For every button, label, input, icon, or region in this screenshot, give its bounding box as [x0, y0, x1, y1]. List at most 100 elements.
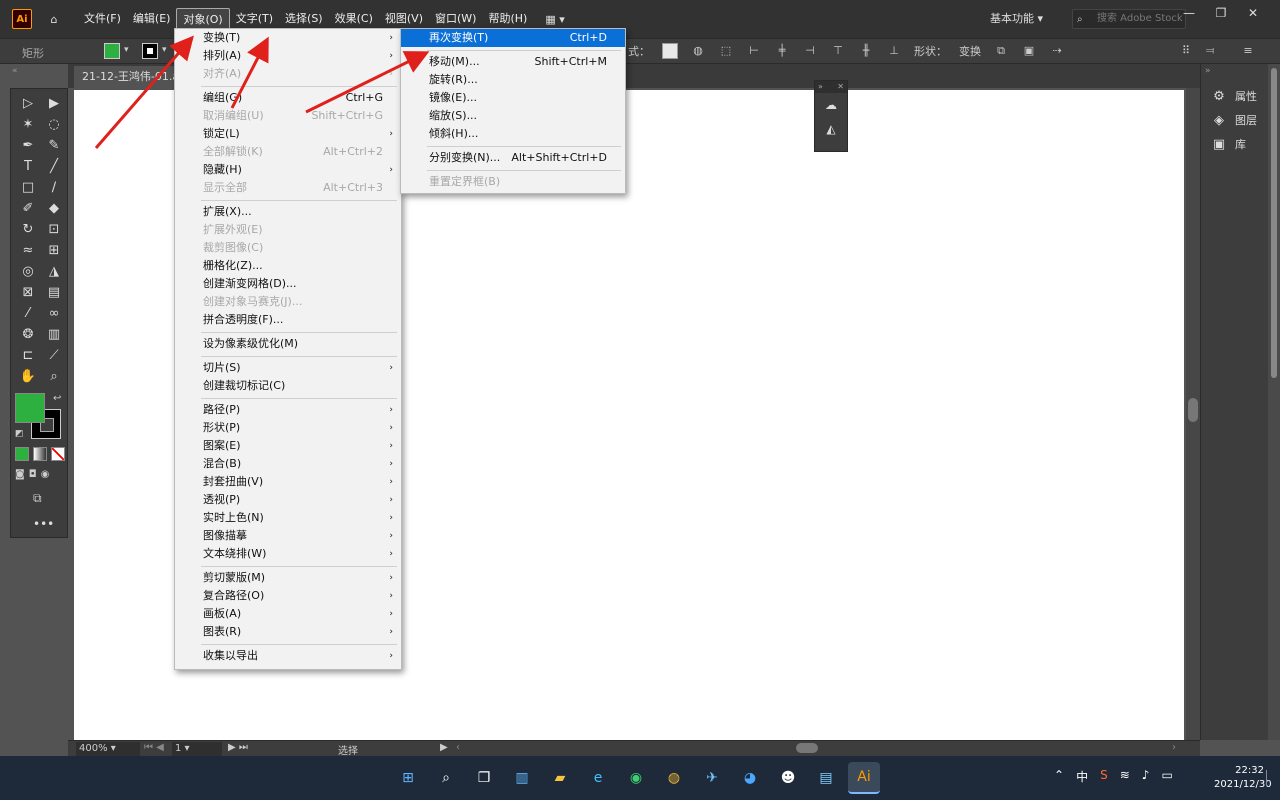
paintbrush-tool-icon[interactable]: ∕	[41, 177, 67, 198]
tray-overflow-icon[interactable]: ⌃	[1054, 768, 1064, 785]
type-tool-icon[interactable]: T	[15, 156, 41, 177]
color-mode-icon[interactable]	[15, 447, 29, 461]
eyedropper-tool-icon[interactable]: ⁄	[15, 303, 41, 324]
menu-item[interactable]: 复合路径(O) ›	[175, 587, 401, 605]
curvature-tool-icon[interactable]: ✎	[41, 135, 67, 156]
screen-mode-icon[interactable]: ⧉	[33, 491, 42, 506]
chevron-down-icon[interactable]: ▾	[124, 45, 129, 55]
menu-item[interactable]: 移动(M)... Shift+Ctrl+M	[401, 53, 625, 71]
next-artboard-icon[interactable]: ▶ ⏭	[228, 742, 248, 753]
menu-item[interactable]: 倾斜(H)...	[401, 125, 625, 143]
edit-toolbar-icon[interactable]: •••	[33, 517, 54, 531]
menu-item[interactable]: 镜像(E)...	[401, 89, 625, 107]
blend-tool-icon[interactable]: ∞	[41, 303, 67, 324]
menu-item[interactable]: 隐藏(H) ›	[175, 161, 401, 179]
symbol-sprayer-tool-icon[interactable]: ❂	[15, 324, 41, 345]
show-desktop-button[interactable]	[1266, 770, 1274, 786]
scroll-thumb[interactable]	[1271, 68, 1277, 378]
search-icon[interactable]: ⌕	[430, 762, 462, 794]
rectangle-tool-icon[interactable]: □	[15, 177, 41, 198]
restore-icon[interactable]: ❐	[1212, 6, 1230, 20]
start-icon[interactable]: ⊞	[392, 762, 424, 794]
zoom-select[interactable]: 400% ▾	[76, 742, 140, 756]
menu-help[interactable]: 帮助(H)	[482, 8, 533, 30]
mask-icon[interactable]: ▣	[1021, 43, 1037, 59]
recolor-icon[interactable]: ◍	[690, 43, 706, 59]
magic-wand-tool-icon[interactable]: ✶	[15, 114, 41, 135]
wechat-work-icon[interactable]: ◉	[620, 762, 652, 794]
gradient-tool-icon[interactable]: ▤	[41, 282, 67, 303]
swap-fill-stroke-icon[interactable]: ↩	[53, 393, 61, 404]
draw-normal-icon[interactable]: ◙	[15, 469, 25, 480]
column-graph-tool-icon[interactable]: ▥	[41, 324, 67, 345]
menu-item[interactable]: 再次变换(T) Ctrl+D	[401, 29, 625, 47]
task-view-icon[interactable]: ❐	[468, 762, 500, 794]
menu-item[interactable]: 文本绕排(W) ›	[175, 545, 401, 563]
qq-icon[interactable]: ☻	[772, 762, 804, 794]
menu-item[interactable]: 变换(T) ›	[175, 29, 401, 47]
chevron-down-icon[interactable]: ▾	[162, 45, 167, 55]
align-left-icon[interactable]: ⊢	[746, 43, 762, 59]
slice-tool-icon[interactable]: ⟋	[41, 345, 67, 366]
artboard-align-icon[interactable]: ⬚	[718, 43, 734, 59]
menu-item[interactable]: 扩展(X)...	[175, 203, 401, 221]
menu-select[interactable]: 选择(S)	[279, 8, 329, 30]
none-mode-icon[interactable]	[51, 447, 65, 461]
collapse-toolbar-icon[interactable]: «	[12, 66, 18, 76]
menu-item[interactable]: 图像描摹 ›	[175, 527, 401, 545]
puppet-icon[interactable]: ⇢	[1049, 43, 1065, 59]
menu-item[interactable]: 设为像素级优化(M)	[175, 335, 401, 353]
sogou-icon[interactable]: S	[1100, 768, 1108, 785]
draw-behind-icon[interactable]: ◘	[29, 469, 37, 480]
menu-item[interactable]: 缩放(S)...	[401, 107, 625, 125]
edge-icon[interactable]: e	[582, 762, 614, 794]
menu-item[interactable]: 切片(S) ›	[175, 359, 401, 377]
lasso-tool-icon[interactable]: ◌	[41, 114, 67, 135]
align-top-icon[interactable]: ⊤	[830, 43, 846, 59]
menu-view[interactable]: 视图(V)	[379, 8, 429, 30]
transform-link[interactable]: 变换	[959, 43, 981, 59]
eraser-tool-icon[interactable]: ◆	[41, 198, 67, 219]
battery-icon[interactable]: ▭	[1161, 768, 1172, 785]
fill-color-swatch[interactable]	[104, 43, 120, 59]
pen-tool-icon[interactable]: ✒	[15, 135, 41, 156]
menu-item[interactable]: 排列(A) ›	[175, 47, 401, 65]
menu-item[interactable]: 创建裁切标记(C)	[175, 377, 401, 395]
align-vcenter-icon[interactable]: ╫	[858, 43, 874, 59]
menu-item[interactable]: 封套扭曲(V) ›	[175, 473, 401, 491]
draw-inside-icon[interactable]: ◉	[41, 469, 50, 480]
volume-icon[interactable]: ♪	[1142, 768, 1150, 785]
workspace-switcher[interactable]: 基本功能 ▾	[990, 10, 1043, 26]
menu-item[interactable]: 图案(E) ›	[175, 437, 401, 455]
horizontal-scroll-thumb[interactable]	[796, 743, 818, 753]
artboard-select[interactable]: 1 ▾	[172, 742, 222, 756]
file-explorer-icon[interactable]: ▰	[544, 762, 576, 794]
minimize-icon[interactable]: —	[1180, 6, 1198, 20]
stroke-color-swatch[interactable]	[142, 43, 158, 59]
menu-item[interactable]: 创建渐变网格(D)...	[175, 275, 401, 293]
menu-item[interactable]: 锁定(L) ›	[175, 125, 401, 143]
artboard-tool-icon[interactable]: ⊏	[15, 345, 41, 366]
menu-item[interactable]: 透视(P) ›	[175, 491, 401, 509]
wifi-icon[interactable]: ≋	[1120, 768, 1130, 785]
align-hcenter-icon[interactable]: ╪	[774, 43, 790, 59]
menu-file[interactable]: 文件(F)	[78, 8, 127, 30]
expand-icon[interactable]: »	[818, 81, 823, 93]
menu-item[interactable]: 形状(P) ›	[175, 419, 401, 437]
hand-tool-icon[interactable]: ✋	[15, 366, 41, 387]
scale-tool-icon[interactable]: ⊡	[41, 219, 67, 240]
menu-item[interactable]: 混合(B) ›	[175, 455, 401, 473]
menu-item[interactable]: 分别变换(N)... Alt+Shift+Ctrl+D	[401, 149, 625, 167]
fill-color-box[interactable]	[15, 393, 45, 423]
collapse-dock-icon[interactable]: »	[1205, 66, 1211, 76]
menu-item[interactable]: 收集以导出 ›	[175, 647, 401, 665]
clock[interactable]: 22:32 2021/12/30	[1214, 764, 1272, 792]
close-icon[interactable]: ✕	[1244, 6, 1262, 20]
vertical-scrollbar[interactable]	[1186, 88, 1200, 740]
isolate-icon[interactable]: ⧉	[993, 43, 1009, 59]
menu-item[interactable]: 拼合透明度(F)...	[175, 311, 401, 329]
panel-grid-icon[interactable]: ⠿	[1178, 43, 1194, 59]
document-tab[interactable]: 21-12-王鸿伟-01.ai	[74, 66, 184, 88]
line-tool-icon[interactable]: ╱	[41, 156, 67, 177]
align-panel-icon[interactable]: ⫤	[1202, 43, 1218, 59]
